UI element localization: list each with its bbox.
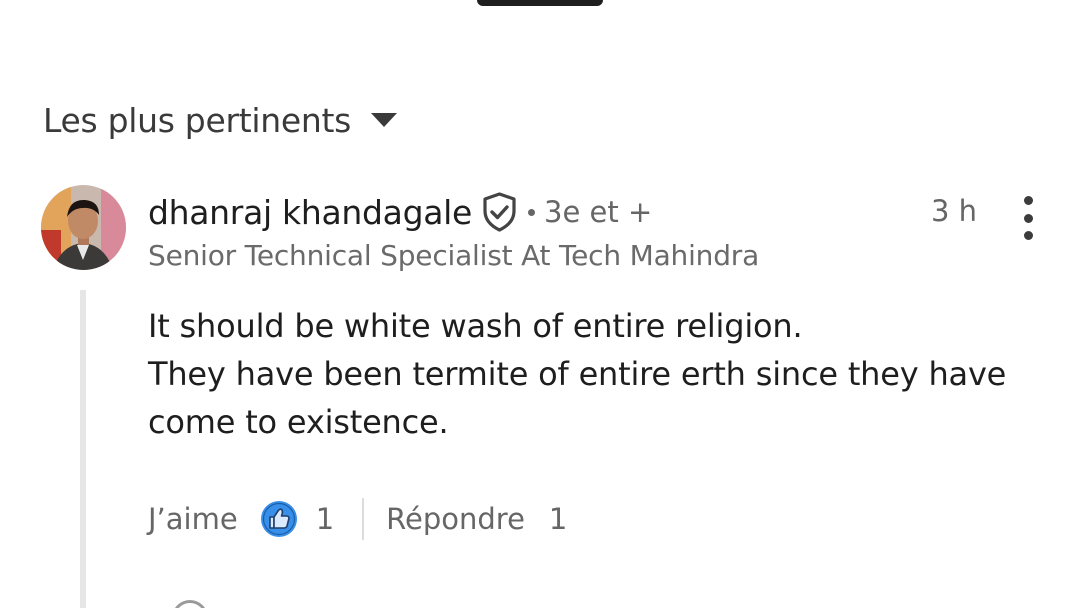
comment-line: come to existence. [148,403,449,441]
connection-degree: 3e et + [544,195,653,229]
comments-page: Les plus pertinents dhanraj khandagale 3… [0,0,1080,608]
like-count: 1 [315,502,335,536]
comment-author-row: dhanraj khandagale 3e et + [148,190,652,234]
author-headline: Senior Technical Specialist At Tech Mahi… [148,239,760,272]
reply-avatar [172,600,208,608]
reply-button[interactable]: Répondre [386,502,525,536]
comment-line: It should be white wash of entire religi… [148,307,803,345]
author-name[interactable]: dhanraj khandagale [148,193,472,232]
avatar[interactable] [41,185,126,270]
comment-actions: J’aime 1 Répondre 1 [148,497,567,541]
reply-count[interactable]: 1 [549,502,567,536]
comment-text: It should be white wash of entire religi… [148,302,1028,446]
more-options-icon[interactable] [1012,196,1044,240]
shield-check-icon [481,192,518,232]
caret-down-icon [371,113,397,127]
sort-label: Les plus pertinents [43,100,351,140]
like-button[interactable]: J’aime [148,502,238,536]
sort-dropdown[interactable]: Les plus pertinents [43,98,397,142]
thumbs-up-icon[interactable] [260,500,298,538]
drag-handle[interactable] [477,0,603,6]
separator-dot [528,208,536,216]
comment-time: 3 h [931,194,978,228]
thread-line [80,290,86,608]
action-divider [362,498,365,540]
comment-line: They have been termite of entire erth si… [148,355,1007,393]
